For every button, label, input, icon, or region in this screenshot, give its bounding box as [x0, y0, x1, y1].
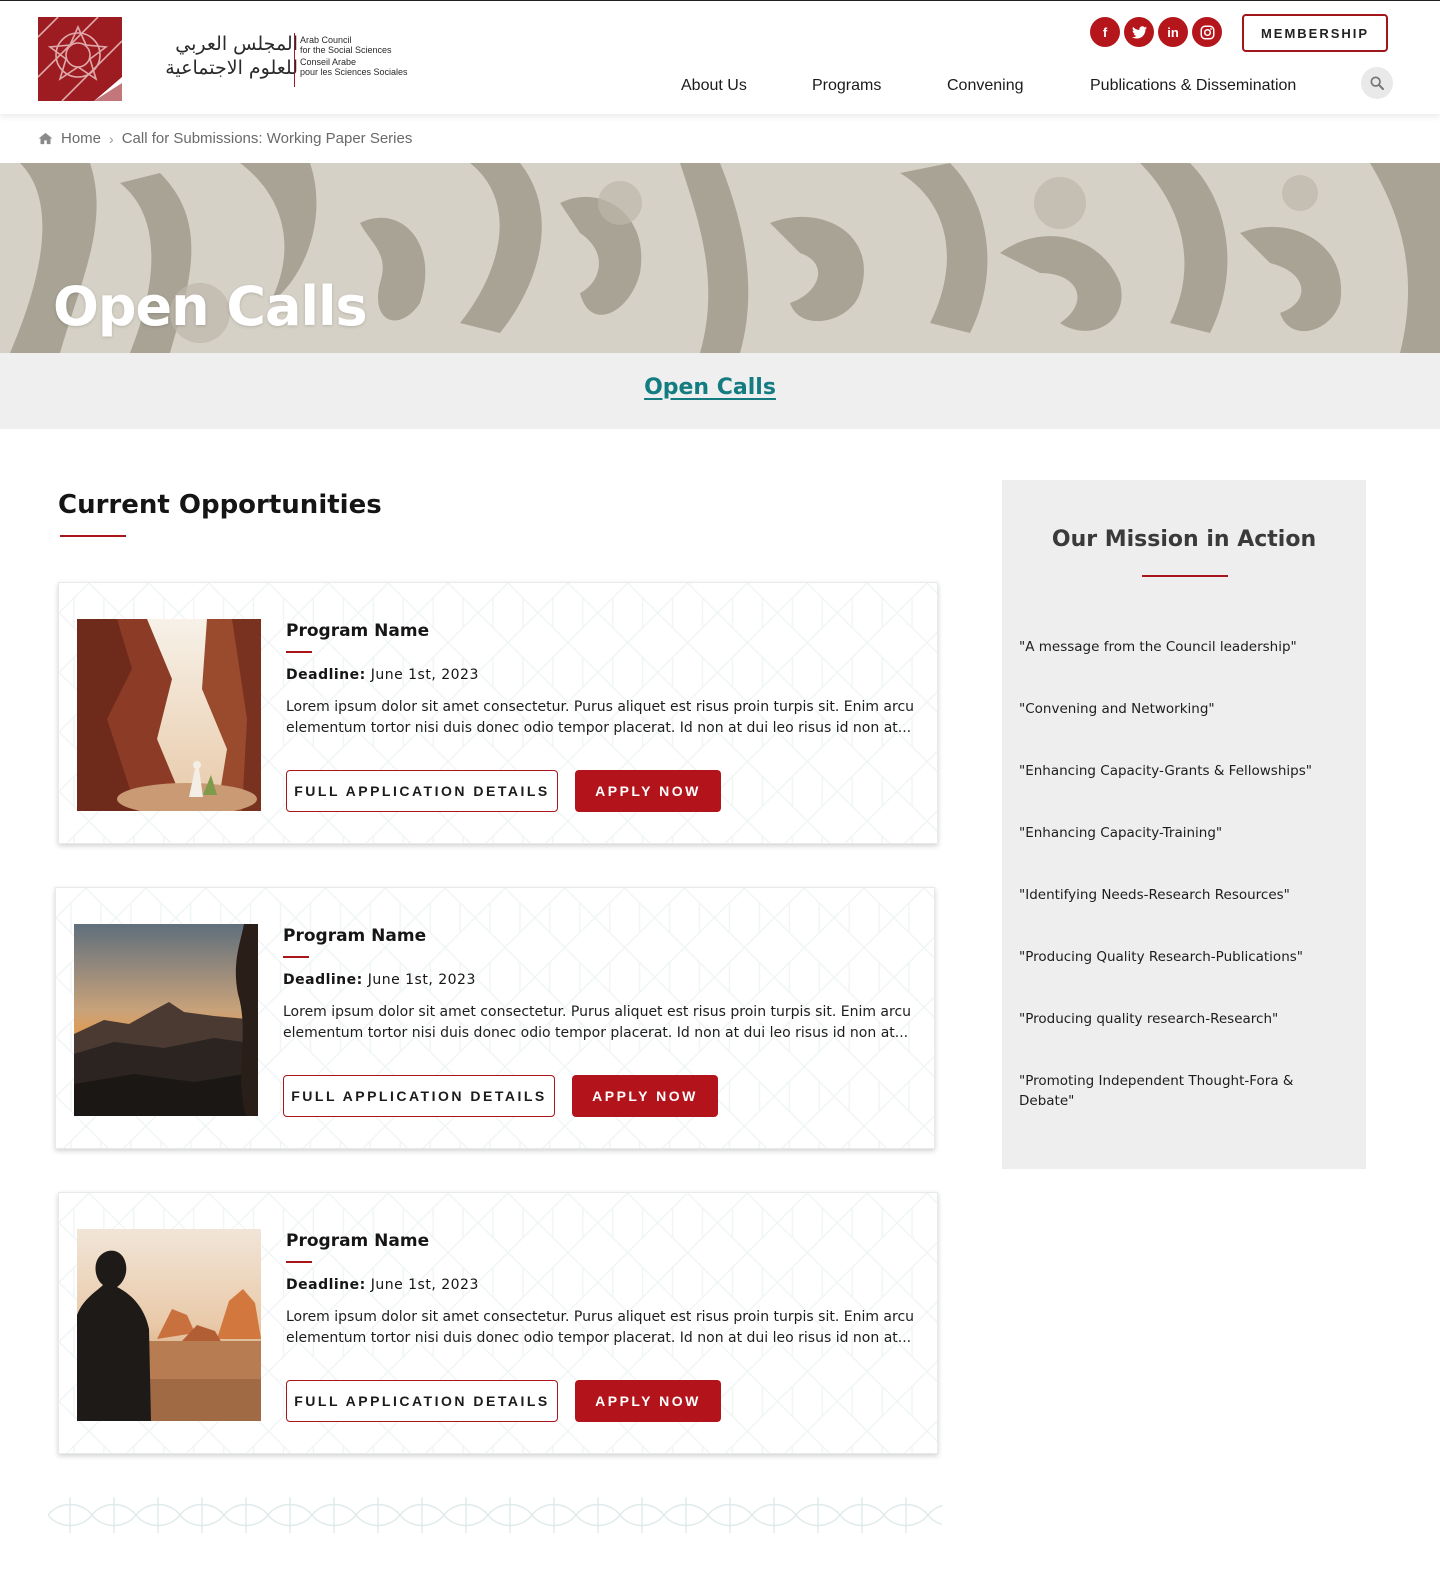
sidebar-link[interactable]: "Producing quality research-Research"	[1019, 1009, 1349, 1029]
sidebar-link[interactable]: "Promoting Independent Thought-Fora & De…	[1019, 1071, 1329, 1111]
deadline-label: Deadline:	[286, 1277, 366, 1293]
logo-emblem-icon	[38, 17, 122, 101]
deadline-value: June 1st, 2023	[370, 1277, 479, 1293]
opportunity-card: Program Name Deadline: June 1st, 2023 Lo…	[58, 582, 938, 844]
membership-button[interactable]: MEMBERSHIP	[1242, 14, 1388, 52]
logo-fr-line-2: pour les Sciences Sociales	[300, 66, 408, 77]
program-description: Lorem ipsum dolor sit amet consectetur. …	[286, 1307, 926, 1349]
description-line-1: Lorem ipsum dolor sit amet consectetur. …	[283, 1004, 912, 1020]
logo-arabic-line-2: للعلوم الاجتماعية	[165, 57, 298, 79]
program-image	[77, 619, 261, 811]
program-image	[77, 1229, 261, 1421]
hero-title: Open Calls	[53, 275, 368, 338]
twitter-bird-icon	[1131, 25, 1147, 38]
sidebar-title: Our Mission in Action	[1051, 527, 1317, 552]
logo-text-latin: Arab Council for the Social Sciences Con…	[300, 35, 440, 77]
opportunity-card: Program Name Deadline: June 1st, 2023 Lo…	[55, 887, 935, 1149]
program-name: Program Name	[286, 621, 430, 641]
program-description: Lorem ipsum dolor sit amet consectetur. …	[286, 697, 926, 739]
twitter-icon[interactable]	[1124, 17, 1154, 47]
section-title: Current Opportunities	[58, 490, 382, 520]
opportunity-card: Program Name Deadline: June 1st, 2023 Lo…	[58, 1192, 938, 1454]
deadline-label: Deadline:	[283, 972, 363, 988]
canyon-photo	[77, 619, 261, 811]
site-header: المجلس العربي للعلوم الاجتماعية Arab Cou…	[0, 1, 1440, 114]
card-body: Program Name Deadline: June 1st, 2023 Lo…	[283, 926, 923, 1044]
card-body: Program Name Deadline: June 1st, 2023 Lo…	[286, 1231, 926, 1349]
mountain-sunset-photo	[74, 924, 258, 1116]
deadline-label: Deadline:	[286, 667, 366, 683]
breadcrumb: Home › Call for Submissions: Working Pap…	[38, 130, 412, 147]
section-tab-bar: Open Calls	[0, 353, 1440, 429]
search-icon	[1370, 76, 1384, 90]
sidebar-title-underline	[1142, 575, 1228, 577]
description-line-1: Lorem ipsum dolor sit amet consectetur. …	[286, 1309, 915, 1325]
program-name-underline	[286, 1261, 312, 1263]
card-actions: FULL APPLICATION DETAILS APPLY NOW	[286, 770, 721, 812]
description-line-1: Lorem ipsum dolor sit amet consectetur. …	[286, 699, 915, 715]
instagram-camera-icon	[1200, 25, 1214, 39]
sidebar-link[interactable]: "Enhancing Capacity-Grants & Fellowships…	[1019, 761, 1349, 781]
deadline: Deadline: June 1st, 2023	[286, 1277, 926, 1293]
home-icon[interactable]	[38, 132, 53, 145]
search-button[interactable]	[1361, 67, 1393, 99]
nav-convening[interactable]: Convening	[947, 77, 1024, 95]
breadcrumb-current: Call for Submissions: Working Paper Seri…	[121, 130, 413, 147]
breadcrumb-home[interactable]: Home	[61, 130, 101, 147]
full-application-details-button[interactable]: FULL APPLICATION DETAILS	[283, 1075, 555, 1117]
site-logo[interactable]: المجلس العربي للعلوم الاجتماعية Arab Cou…	[38, 17, 438, 101]
sidebar-link[interactable]: "Enhancing Capacity-Training"	[1019, 823, 1349, 843]
nav-publications[interactable]: Publications & Dissemination	[1090, 77, 1296, 95]
deadline-value: June 1st, 2023	[367, 972, 476, 988]
program-name-underline	[283, 956, 309, 958]
apply-now-button[interactable]: APPLY NOW	[572, 1075, 718, 1117]
linkedin-glyph: in	[1167, 24, 1179, 40]
description-line-2: elementum tortor nisi duis donec odio te…	[286, 720, 912, 736]
sidebar-link[interactable]: "Producing Quality Research-Publications…	[1019, 947, 1349, 967]
card-actions: FULL APPLICATION DETAILS APPLY NOW	[286, 1380, 721, 1422]
full-application-details-button[interactable]: FULL APPLICATION DETAILS	[286, 770, 558, 812]
hero-banner: Open Calls	[0, 163, 1440, 353]
section-title-underline	[60, 535, 126, 537]
sidebar-link[interactable]: "Convening and Networking"	[1019, 699, 1349, 719]
logo-arabic-line-1: المجلس العربي	[175, 33, 298, 55]
sidebar-link[interactable]: "Identifying Needs-Research Resources"	[1019, 885, 1349, 905]
description-line-2: elementum tortor nisi duis donec odio te…	[283, 1025, 909, 1041]
description-line-2: elementum tortor nisi duis donec odio te…	[286, 1330, 912, 1346]
deadline: Deadline: June 1st, 2023	[286, 667, 926, 683]
card-actions: FULL APPLICATION DETAILS APPLY NOW	[283, 1075, 718, 1117]
deadline: Deadline: June 1st, 2023	[283, 972, 923, 988]
full-application-details-button[interactable]: FULL APPLICATION DETAILS	[286, 1380, 558, 1422]
program-name: Program Name	[286, 1231, 430, 1251]
desert-person-photo	[77, 1229, 261, 1421]
facebook-glyph: f	[1102, 24, 1108, 40]
logo-divider	[294, 33, 295, 87]
mission-sidebar: Our Mission in Action "A message from th…	[1002, 480, 1366, 1169]
apply-now-button[interactable]: APPLY NOW	[575, 770, 721, 812]
nav-about-us[interactable]: About Us	[681, 77, 747, 95]
card-body: Program Name Deadline: June 1st, 2023 Lo…	[286, 621, 926, 739]
program-description: Lorem ipsum dolor sit amet consectetur. …	[283, 1002, 923, 1044]
tab-open-calls-label[interactable]: Open Calls	[644, 375, 776, 400]
apply-now-button[interactable]: APPLY NOW	[575, 1380, 721, 1422]
logo-en-line-2: for the Social Sciences	[300, 44, 392, 55]
deadline-value: June 1st, 2023	[370, 667, 479, 683]
facebook-icon[interactable]: f	[1090, 17, 1120, 47]
decorative-pattern-strip	[48, 1497, 942, 1533]
sidebar-link[interactable]: "A message from the Council leadership"	[1019, 637, 1349, 657]
program-image	[74, 924, 258, 1116]
tab-open-calls[interactable]: Open Calls	[0, 375, 1420, 400]
program-name: Program Name	[283, 926, 427, 946]
breadcrumb-separator: ›	[109, 130, 114, 147]
program-name-underline	[286, 651, 312, 653]
nav-programs[interactable]: Programs	[812, 77, 881, 95]
linkedin-icon[interactable]: in	[1158, 17, 1188, 47]
instagram-icon[interactable]	[1192, 17, 1222, 47]
